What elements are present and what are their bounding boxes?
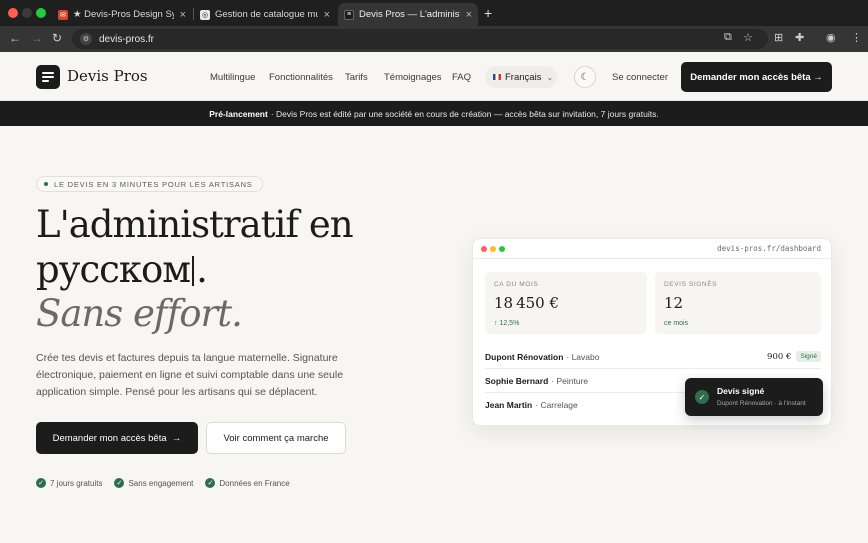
hero-title-period: . bbox=[196, 248, 208, 291]
language-selector[interactable]: Français ⌄ bbox=[485, 66, 557, 88]
maximize-window-button[interactable] bbox=[36, 8, 46, 18]
extensions-puzzle-icon[interactable]: ✚ bbox=[795, 31, 804, 44]
close-window-button[interactable] bbox=[8, 8, 18, 18]
forward-icon[interactable]: → bbox=[31, 31, 43, 45]
site-info-icon[interactable]: ⚙ bbox=[80, 33, 92, 45]
stat-trend: ce mois bbox=[664, 320, 689, 327]
site-header: Devis Pros Multilingue Fonctionnalités T… bbox=[0, 52, 868, 101]
tab-close-icon[interactable]: × bbox=[180, 9, 186, 21]
stat-value: 18 450 € bbox=[494, 294, 560, 312]
benefit-item: ✓ Sans engagement bbox=[114, 478, 193, 488]
benefit-label: 7 jours gratuits bbox=[50, 478, 103, 488]
dark-mode-toggle[interactable]: ☾ bbox=[574, 66, 596, 88]
browser-tab-active[interactable]: ≡ Devis Pros — L'administratif × bbox=[338, 3, 478, 26]
hero-title-line-2: русском. bbox=[36, 248, 208, 291]
tab-label: ★ Devis-Pros Design System bbox=[73, 9, 174, 20]
quote-amount: 900 € bbox=[767, 351, 792, 362]
toast-subtitle: Dupont Rénovation · à l'instant bbox=[717, 400, 806, 407]
announcement-text: · Devis Pros est édité par une société e… bbox=[270, 108, 659, 119]
tab-close-icon[interactable]: × bbox=[324, 9, 330, 21]
benefit-item: ✓ 7 jours gratuits bbox=[36, 478, 102, 488]
stat-card-revenue: CA DU MOIS 18 450 € ↑ 12,5% bbox=[485, 272, 647, 334]
nav-link-faq[interactable]: FAQ bbox=[452, 72, 471, 83]
yellow-dot-icon bbox=[490, 246, 496, 252]
browser-toolbar: ← → ↻ ⚙ devis-pros.fr ⧉ ☆ ⊞ ✚ ◉ ⋮ bbox=[0, 26, 868, 52]
bookmark-star-icon[interactable]: ☆ bbox=[743, 31, 753, 44]
announcement-label: Pré-lancement bbox=[209, 108, 268, 119]
address-bar[interactable]: ⚙ devis-pros.fr bbox=[72, 29, 768, 49]
url-text[interactable]: devis-pros.fr bbox=[99, 34, 154, 45]
request-beta-button-header[interactable]: Demander mon accès bêta → bbox=[681, 62, 832, 92]
browser-tab-bar: ✉ ★ Devis-Pros Design System × ◎ Gestion… bbox=[0, 0, 868, 26]
profile-avatar-icon[interactable]: ◉ bbox=[826, 31, 836, 44]
stat-trend: ↑ 12,5% bbox=[494, 320, 520, 327]
translate-extension-icon[interactable]: ⊞ bbox=[774, 31, 783, 44]
check-icon: ✓ bbox=[205, 478, 216, 488]
tab-label: Gestion de catalogue multilingue bbox=[215, 9, 318, 20]
job-type: · Carrelage bbox=[535, 400, 578, 410]
typing-cursor bbox=[192, 256, 195, 286]
request-beta-label: Demander mon accès bêta bbox=[52, 432, 167, 444]
login-link[interactable]: Se connecter bbox=[612, 72, 668, 83]
red-dot-icon bbox=[481, 246, 487, 252]
nav-link-tarifs[interactable]: Tarifs bbox=[345, 72, 368, 83]
hero-eyebrow: LE DEVIS EN 3 MINUTES POUR LES ARTISANS bbox=[36, 176, 263, 192]
moon-icon: ☾ bbox=[580, 71, 590, 83]
client-name: Dupont Rénovation bbox=[485, 351, 564, 362]
gmail-favicon-icon: ✉ bbox=[58, 9, 68, 20]
stat-label: CA DU MOIS bbox=[494, 281, 539, 288]
hero-title-line-3: Sans effort. bbox=[36, 292, 243, 335]
browser-tab[interactable]: ◎ Gestion de catalogue multilingue × bbox=[194, 3, 336, 26]
job-type: · Lavabo bbox=[566, 351, 600, 362]
nav-link-multilingue[interactable]: Multilingue bbox=[210, 72, 255, 83]
browser-menu-icon[interactable]: ⋮ bbox=[851, 31, 862, 44]
hero-description: Crée tes devis et factures depuis ta lan… bbox=[36, 352, 344, 398]
how-it-works-button[interactable]: Voir comment ça marche bbox=[206, 422, 346, 454]
check-icon: ✓ bbox=[36, 478, 46, 488]
stat-value: 12 bbox=[664, 294, 684, 312]
job-type: · Peinture bbox=[551, 375, 589, 386]
nav-link-fonctionnalites[interactable]: Fonctionnalités bbox=[269, 72, 333, 83]
quote-row: Dupont Rénovation · Lavabo 900 € Signé bbox=[485, 345, 821, 369]
browser-tab[interactable]: ✉ ★ Devis-Pros Design System × bbox=[52, 3, 192, 26]
request-beta-button[interactable]: Demander mon accès bêta → bbox=[36, 422, 198, 454]
green-dot-icon bbox=[499, 246, 505, 252]
hero-benefits: ✓ 7 jours gratuits ✓ Sans engagement ✓ Donn… bbox=[36, 478, 290, 488]
devis-pros-logo-icon[interactable] bbox=[36, 65, 60, 89]
nav-link-temoignages[interactable]: Témoignages bbox=[384, 72, 442, 83]
reload-icon[interactable]: ↻ bbox=[52, 31, 62, 45]
tab-close-icon[interactable]: × bbox=[466, 9, 472, 21]
hero-title-language-word: русском bbox=[36, 248, 191, 291]
openai-favicon-icon: ◎ bbox=[200, 9, 210, 20]
status-badge: Signé bbox=[796, 351, 821, 362]
arrow-right-icon: → bbox=[171, 432, 182, 444]
tab-label: Devis Pros — L'administratif bbox=[359, 9, 460, 20]
announcement-bar: Pré-lancement · Devis Pros est édité par… bbox=[0, 101, 868, 126]
chevron-down-icon: ⌄ bbox=[546, 72, 554, 82]
benefit-label: Sans engagement bbox=[128, 478, 194, 488]
preview-url: devis-pros.fr/dashboard bbox=[717, 244, 821, 253]
devis-pros-favicon-icon: ≡ bbox=[344, 9, 354, 20]
check-icon: ✓ bbox=[695, 390, 709, 404]
benefit-label: Données en France bbox=[219, 478, 290, 488]
install-app-icon[interactable]: ⧉ bbox=[724, 31, 732, 44]
client-name: Sophie Bernard bbox=[485, 375, 549, 386]
stat-card-signed-quotes: DEVIS SIGNÉS 12 ce mois bbox=[655, 272, 821, 334]
green-dot-icon bbox=[44, 182, 48, 186]
brand-name[interactable]: Devis Pros bbox=[67, 67, 148, 85]
stat-label: DEVIS SIGNÉS bbox=[664, 281, 718, 288]
check-icon: ✓ bbox=[114, 478, 125, 488]
preview-window-bar: devis-pros.fr/dashboard bbox=[473, 239, 831, 259]
toast-title: Devis signé bbox=[717, 386, 765, 396]
minimize-window-button[interactable] bbox=[22, 8, 32, 18]
client-name: Jean Martin bbox=[485, 400, 533, 410]
new-tab-button[interactable]: + bbox=[484, 5, 492, 21]
hero-title-line-1: L'administratif en bbox=[36, 203, 354, 246]
eyebrow-text: LE DEVIS EN 3 MINUTES POUR LES ARTISANS bbox=[54, 179, 253, 189]
signed-quote-toast: ✓ Devis signé Dupont Rénovation · à l'in… bbox=[685, 378, 823, 416]
benefit-item: ✓ Données en France bbox=[205, 478, 290, 488]
french-flag-icon bbox=[493, 74, 501, 80]
language-label: Français bbox=[505, 71, 542, 83]
back-icon[interactable]: ← bbox=[9, 31, 21, 45]
